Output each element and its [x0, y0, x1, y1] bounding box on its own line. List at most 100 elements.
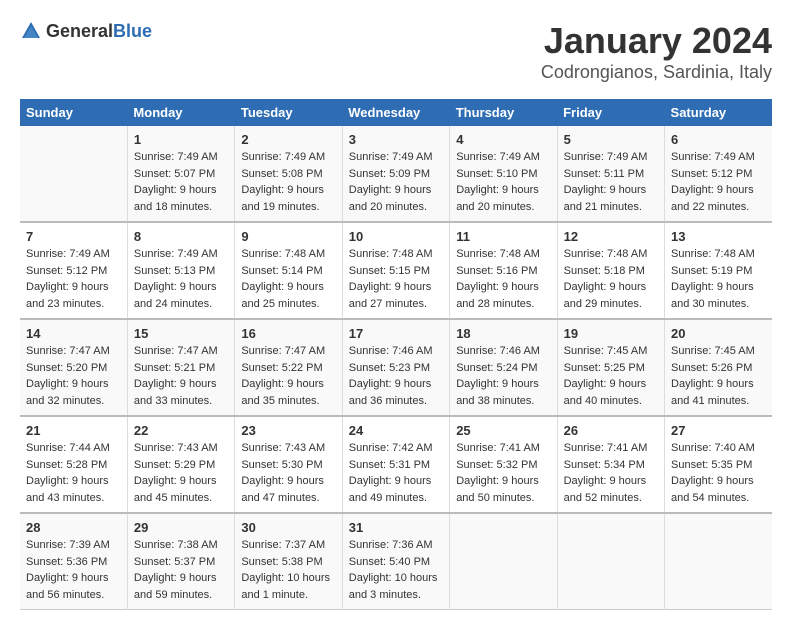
calendar-cell [665, 513, 772, 610]
day-info: Sunrise: 7:47 AMSunset: 5:22 PMDaylight:… [241, 343, 335, 409]
day-info: Sunrise: 7:45 AMSunset: 5:25 PMDaylight:… [564, 343, 658, 409]
calendar-cell: 31 Sunrise: 7:36 AMSunset: 5:40 PMDayligh… [342, 513, 449, 610]
calendar-week-row: 14Sunrise: 7:47 AMSunset: 5:20 PMDayligh… [20, 319, 772, 416]
day-info: Sunrise: 7:37 AMSunset: 5:38 PMDaylight:… [241, 537, 335, 603]
calendar-week-row: 1 Sunrise: 7:49 AMSunset: 5:07 PMDaylight… [20, 126, 772, 222]
calendar-cell [20, 126, 127, 222]
day-number: 12 [564, 229, 658, 244]
calendar-cell: 12 Sunrise: 7:48 AMSunset: 5:18 PMDayligh… [557, 222, 664, 319]
calendar-cell: 30 Sunrise: 7:37 AMSunset: 5:38 PMDayligh… [235, 513, 342, 610]
day-number: 15 [134, 326, 228, 341]
calendar-cell: 29 Sunrise: 7:38 AMSunset: 5:37 PMDayligh… [127, 513, 234, 610]
day-number: 18 [456, 326, 550, 341]
weekday-header: Monday [127, 99, 234, 126]
weekday-header: Sunday [20, 99, 127, 126]
calendar-cell: 2 Sunrise: 7:49 AMSunset: 5:08 PMDaylight… [235, 126, 342, 222]
day-number: 3 [349, 132, 443, 147]
weekday-header: Friday [557, 99, 664, 126]
day-number: 27 [671, 423, 766, 438]
day-number: 20 [671, 326, 766, 341]
day-number: 6 [671, 132, 766, 147]
day-info: Sunrise: 7:43 AMSunset: 5:29 PMDaylight:… [134, 440, 228, 506]
calendar-cell: 14Sunrise: 7:47 AMSunset: 5:20 PMDayligh… [20, 319, 127, 416]
weekday-header: Saturday [665, 99, 772, 126]
page-header: GeneralBlue January 2024 Codrongianos, S… [20, 20, 772, 83]
day-info: Sunrise: 7:48 AMSunset: 5:15 PMDaylight:… [349, 246, 443, 312]
calendar-cell [557, 513, 664, 610]
day-info: Sunrise: 7:49 AMSunset: 5:07 PMDaylight:… [134, 149, 228, 215]
day-info: Sunrise: 7:39 AMSunset: 5:36 PMDaylight:… [26, 537, 121, 603]
logo-general-text: General [46, 21, 113, 41]
title-area: January 2024 Codrongianos, Sardinia, Ita… [541, 20, 772, 83]
day-info: Sunrise: 7:48 AMSunset: 5:14 PMDaylight:… [241, 246, 335, 312]
day-number: 2 [241, 132, 335, 147]
calendar-week-row: 28 Sunrise: 7:39 AMSunset: 5:36 PMDayligh… [20, 513, 772, 610]
day-number: 4 [456, 132, 550, 147]
day-number: 5 [564, 132, 658, 147]
day-number: 10 [349, 229, 443, 244]
day-info: Sunrise: 7:49 AMSunset: 5:08 PMDaylight:… [241, 149, 335, 215]
calendar-cell: 19 Sunrise: 7:45 AMSunset: 5:25 PMDayligh… [557, 319, 664, 416]
calendar-cell: 21 Sunrise: 7:44 AMSunset: 5:28 PMDayligh… [20, 416, 127, 513]
day-number: 22 [134, 423, 228, 438]
day-info: Sunrise: 7:38 AMSunset: 5:37 PMDaylight:… [134, 537, 228, 603]
day-number: 31 [349, 520, 443, 535]
day-info: Sunrise: 7:44 AMSunset: 5:28 PMDaylight:… [26, 440, 121, 506]
weekday-header: Wednesday [342, 99, 449, 126]
day-number: 14 [26, 326, 121, 341]
subtitle: Codrongianos, Sardinia, Italy [541, 62, 772, 83]
calendar-cell: 8 Sunrise: 7:49 AMSunset: 5:13 PMDaylight… [127, 222, 234, 319]
day-number: 30 [241, 520, 335, 535]
calendar-cell: 24Sunrise: 7:42 AMSunset: 5:31 PMDayligh… [342, 416, 449, 513]
calendar-week-row: 21 Sunrise: 7:44 AMSunset: 5:28 PMDayligh… [20, 416, 772, 513]
day-info: Sunrise: 7:45 AMSunset: 5:26 PMDaylight:… [671, 343, 766, 409]
calendar-cell: 1 Sunrise: 7:49 AMSunset: 5:07 PMDaylight… [127, 126, 234, 222]
logo-icon [20, 20, 42, 42]
calendar-cell: 4 Sunrise: 7:49 AMSunset: 5:10 PMDaylight… [450, 126, 557, 222]
day-info: Sunrise: 7:41 AMSunset: 5:34 PMDaylight:… [564, 440, 658, 506]
calendar-cell: 28 Sunrise: 7:39 AMSunset: 5:36 PMDayligh… [20, 513, 127, 610]
calendar-cell: 11Sunrise: 7:48 AMSunset: 5:16 PMDayligh… [450, 222, 557, 319]
day-info: Sunrise: 7:49 AMSunset: 5:13 PMDaylight:… [134, 246, 228, 312]
day-info: Sunrise: 7:43 AMSunset: 5:30 PMDaylight:… [241, 440, 335, 506]
day-number: 9 [241, 229, 335, 244]
day-number: 29 [134, 520, 228, 535]
day-number: 24 [349, 423, 443, 438]
day-info: Sunrise: 7:46 AMSunset: 5:24 PMDaylight:… [456, 343, 550, 409]
day-info: Sunrise: 7:47 AMSunset: 5:21 PMDaylight:… [134, 343, 228, 409]
weekday-header: Thursday [450, 99, 557, 126]
calendar-cell: 27 Sunrise: 7:40 AMSunset: 5:35 PMDayligh… [665, 416, 772, 513]
calendar-week-row: 7Sunrise: 7:49 AMSunset: 5:12 PMDaylight… [20, 222, 772, 319]
calendar-table: SundayMondayTuesdayWednesdayThursdayFrid… [20, 99, 772, 610]
day-number: 8 [134, 229, 228, 244]
calendar-cell: 9 Sunrise: 7:48 AMSunset: 5:14 PMDaylight… [235, 222, 342, 319]
day-info: Sunrise: 7:46 AMSunset: 5:23 PMDaylight:… [349, 343, 443, 409]
calendar-cell: 17Sunrise: 7:46 AMSunset: 5:23 PMDayligh… [342, 319, 449, 416]
day-number: 26 [564, 423, 658, 438]
day-info: Sunrise: 7:49 AMSunset: 5:10 PMDaylight:… [456, 149, 550, 215]
logo: GeneralBlue [20, 20, 152, 42]
calendar-header-row: SundayMondayTuesdayWednesdayThursdayFrid… [20, 99, 772, 126]
calendar-cell: 5Sunrise: 7:49 AMSunset: 5:11 PMDaylight… [557, 126, 664, 222]
calendar-cell: 6Sunrise: 7:49 AMSunset: 5:12 PMDaylight… [665, 126, 772, 222]
day-info: Sunrise: 7:40 AMSunset: 5:35 PMDaylight:… [671, 440, 766, 506]
day-info: Sunrise: 7:36 AMSunset: 5:40 PMDaylight:… [349, 537, 443, 603]
day-info: Sunrise: 7:48 AMSunset: 5:18 PMDaylight:… [564, 246, 658, 312]
day-number: 1 [134, 132, 228, 147]
calendar-cell: 7Sunrise: 7:49 AMSunset: 5:12 PMDaylight… [20, 222, 127, 319]
day-number: 28 [26, 520, 121, 535]
calendar-cell [450, 513, 557, 610]
calendar-cell: 26 Sunrise: 7:41 AMSunset: 5:34 PMDayligh… [557, 416, 664, 513]
day-info: Sunrise: 7:49 AMSunset: 5:12 PMDaylight:… [26, 246, 121, 312]
calendar-cell: 25 Sunrise: 7:41 AMSunset: 5:32 PMDayligh… [450, 416, 557, 513]
day-number: 19 [564, 326, 658, 341]
logo-blue-text: Blue [113, 21, 152, 41]
day-number: 21 [26, 423, 121, 438]
calendar-cell: 15 Sunrise: 7:47 AMSunset: 5:21 PMDayligh… [127, 319, 234, 416]
day-info: Sunrise: 7:41 AMSunset: 5:32 PMDaylight:… [456, 440, 550, 506]
calendar-cell: 18 Sunrise: 7:46 AMSunset: 5:24 PMDayligh… [450, 319, 557, 416]
day-number: 25 [456, 423, 550, 438]
calendar-cell: 13Sunrise: 7:48 AMSunset: 5:19 PMDayligh… [665, 222, 772, 319]
day-number: 16 [241, 326, 335, 341]
day-number: 23 [241, 423, 335, 438]
